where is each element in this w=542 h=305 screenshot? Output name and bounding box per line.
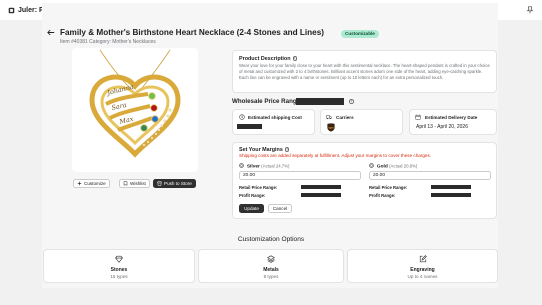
set-margins-card: Set Your Margins i Shipping costs are add…: [232, 142, 497, 219]
option-sub-metals: 8 types: [263, 273, 279, 279]
truck-icon: [326, 115, 332, 120]
push-to-store-label: Push to Store: [164, 181, 192, 186]
gold-profit-redacted: [431, 192, 471, 198]
customize-button[interactable]: Customize: [73, 179, 110, 188]
svg-text:$: $: [241, 115, 243, 119]
option-card-engraving[interactable]: Engraving Up to 4 names: [347, 249, 498, 283]
shipping-cost-heading: Estimated shipping Cost: [248, 115, 302, 120]
item-category-line: Item #40381 Category: Mother's Necklaces: [60, 39, 156, 45]
gold-retail-label: Retail Price Range:: [369, 184, 408, 190]
option-title-engraving: Engraving: [410, 267, 435, 273]
shipping-cost-icon: $: [239, 114, 245, 120]
option-title-metals: Metals: [263, 267, 279, 273]
option-title-stones: Stones: [110, 267, 128, 273]
gold-retail-redacted: [431, 184, 471, 190]
wholesale-price-redacted: [296, 98, 344, 105]
silver-margin-label: Silver (Actual 24.7%): [239, 162, 290, 169]
layers-icon: [267, 255, 275, 263]
ups-logo-icon: ups: [327, 123, 335, 132]
product-description-card: Product Description i Wear your love for …: [232, 50, 497, 93]
wholesale-price-label: Wholesale Price Range:: [232, 98, 303, 105]
description-heading: Product Description i: [239, 56, 298, 62]
shipping-cost-redacted: [237, 124, 262, 129]
option-sub-engraving: Up to 4 names: [407, 273, 438, 279]
customization-options-title: Customization Options: [237, 236, 305, 243]
wishlist-button[interactable]: Wishlist: [119, 179, 150, 188]
delivery-date-card: Estimated Delivery Date April 13 - April…: [409, 109, 497, 135]
carriers-card: Carriers ups: [320, 109, 403, 135]
edit-icon: [419, 255, 427, 263]
description-text: Wear your love for your family close to …: [239, 63, 490, 80]
bookmark-icon: [123, 181, 128, 186]
wishlist-label: Wishlist: [130, 181, 146, 186]
option-sub-stones: 15 types: [110, 273, 128, 279]
gold-margin-input[interactable]: 20.00: [369, 171, 491, 180]
back-arrow-icon[interactable]: [47, 29, 55, 36]
product-title: Family & Mother's Birthstone Heart Neckl…: [60, 28, 325, 37]
update-button[interactable]: Update: [239, 204, 264, 213]
option-card-metals[interactable]: Metals 8 types: [198, 249, 344, 283]
push-to-store-button[interactable]: Push to Store: [153, 179, 196, 188]
calendar-icon: [415, 114, 421, 120]
silver-margin-input[interactable]: 20.00: [239, 171, 361, 180]
gold-label-text: Gold: [376, 163, 388, 169]
silver-profit-redacted: [301, 192, 341, 198]
info-icon[interactable]: i: [292, 56, 298, 61]
silver-retail-label: Retail Price Range:: [239, 184, 278, 190]
shipping-warning-text: Shipping costs are added separately at f…: [239, 153, 432, 158]
cancel-button[interactable]: Cancel: [268, 204, 292, 213]
shipping-cost-card: $ Estimated shipping Cost: [232, 109, 315, 135]
store-icon: [157, 181, 162, 186]
margins-info-icon[interactable]: i: [284, 147, 290, 152]
wholesale-info-icon[interactable]: i: [349, 99, 354, 104]
carriers-heading: Carriers: [336, 115, 354, 120]
silver-actual-margin: (Actual 24.7%): [261, 162, 290, 168]
silver-coin-icon: [239, 162, 244, 168]
description-heading-text: Product Description: [239, 56, 291, 62]
silver-profit-label: Profit Range:: [239, 192, 266, 198]
delivery-date-range: April 13 - April 20, 2026: [416, 124, 468, 130]
option-card-stones[interactable]: Stones 15 types: [43, 249, 195, 283]
gold-profit-label: Profit Range:: [369, 192, 396, 198]
silver-retail-redacted: [301, 184, 341, 190]
gold-coin-icon: [369, 162, 374, 168]
delivery-date-heading: Estimated Delivery Date: [425, 115, 478, 120]
silver-label-text: Silver: [246, 163, 260, 169]
customize-label: Customize: [84, 181, 106, 186]
customizable-badge: Customizable: [341, 29, 379, 38]
sparkle-icon: [77, 181, 82, 186]
app-icon: [8, 7, 15, 13]
necklace-illustration: Johanna Sara Max: [89, 49, 181, 158]
pin-icon[interactable]: [526, 6, 534, 14]
gold-actual-margin: (Actual 20.8%): [389, 162, 418, 168]
diamond-icon: [115, 255, 123, 263]
gold-margin-label: Gold (Actual 20.8%): [369, 162, 418, 169]
ups-logo-text: ups: [328, 126, 334, 130]
product-image[interactable]: Johanna Sara Max: [72, 48, 198, 172]
